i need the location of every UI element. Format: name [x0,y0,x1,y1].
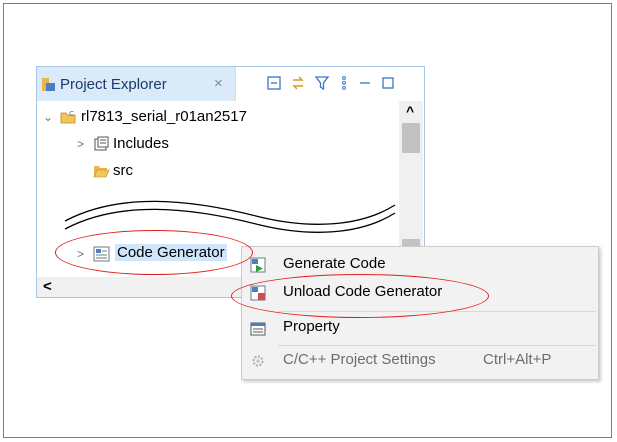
src-label: src [113,162,133,179]
includes-icon [94,136,109,151]
project-explorer-icon [42,78,55,91]
link-with-editor-icon[interactable] [290,75,306,91]
property-icon [250,322,266,336]
minimize-icon[interactable] [357,75,373,91]
gear-icon [252,355,264,367]
folder-open-icon [93,166,110,178]
filter-icon[interactable] [314,75,330,91]
menu-separator [278,345,596,346]
scroll-up-arrow[interactable]: ^ [406,103,414,119]
collapse-all-icon[interactable] [266,75,282,91]
project-name: rl7813_serial_r01an2517 [81,108,247,125]
menu-item-shortcut: Ctrl+Alt+P [483,351,552,368]
scroll-left-arrow[interactable]: < [43,278,52,295]
menu-item-label: Property [283,318,340,335]
project-folder-icon: C [60,110,76,124]
scrollbar-thumb[interactable] [402,123,420,153]
menu-item-label: Generate Code [283,255,386,272]
tab-title: Project Explorer [60,76,167,93]
generate-code-icon [250,257,266,273]
menu-item-project-settings: C/C++ Project Settings Ctrl+Alt+P [242,347,598,375]
view-menu-icon[interactable] [336,75,352,91]
menu-item-property[interactable]: Property [242,314,598,342]
svg-text:C: C [69,110,74,118]
includes-label: Includes [113,135,169,152]
highlight-ellipse-code-generator [55,230,253,275]
highlight-ellipse-unload [231,274,489,318]
chevron-down-icon[interactable]: ⌄ [43,110,53,124]
menu-item-generate-code[interactable]: Generate Code [242,251,598,279]
tab-project-explorer[interactable]: Project Explorer × [37,67,236,101]
close-icon[interactable]: × [214,75,223,92]
panel-header: Project Explorer × [37,67,424,101]
menu-item-label: C/C++ Project Settings [283,351,436,368]
chevron-right-icon[interactable]: > [77,137,84,151]
maximize-icon[interactable] [380,75,396,91]
